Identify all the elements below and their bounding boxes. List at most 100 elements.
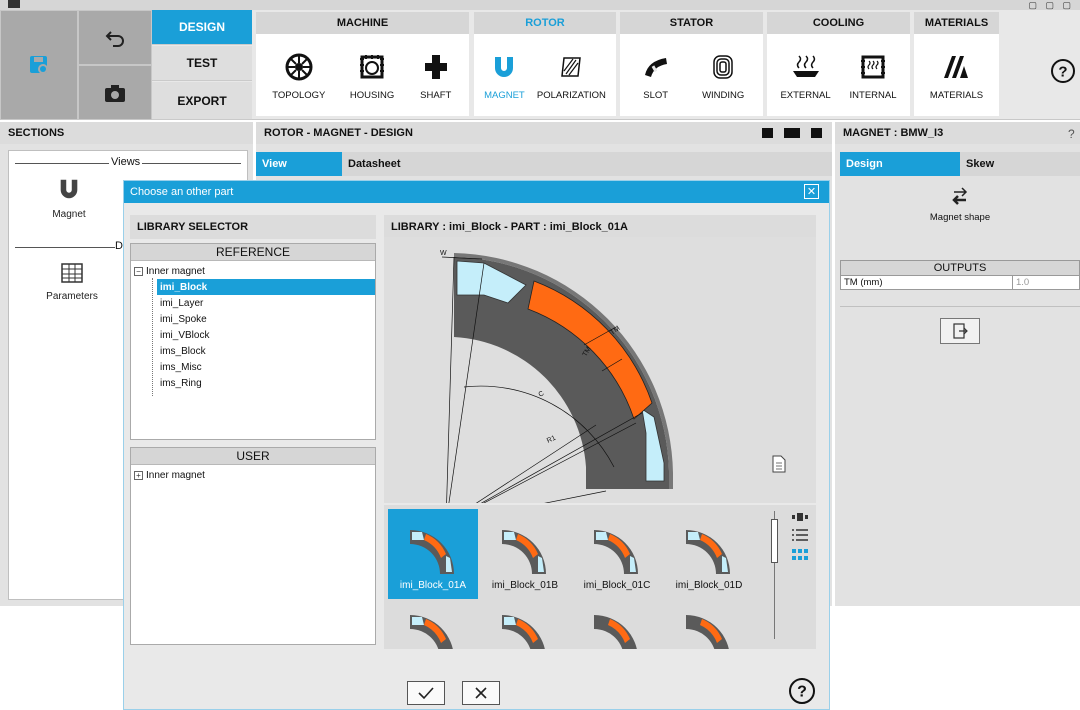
- collapse-icon[interactable]: −: [134, 266, 143, 276]
- tree-root-label: Inner magnet: [146, 265, 205, 277]
- external-cooling-icon: [792, 54, 819, 77]
- help-button[interactable]: ?: [1050, 58, 1076, 87]
- magnet-shape-label: Magnet shape: [929, 212, 991, 223]
- save-button[interactable]: [0, 10, 78, 120]
- ribbon: DESIGN TEST EXPORT MACHINE TOPOLOGY HOUS…: [0, 10, 1080, 120]
- grid-view-icon[interactable]: [792, 549, 808, 561]
- tree-item-imi-block[interactable]: imi_Block: [157, 279, 375, 295]
- help-icon: ?: [789, 678, 815, 704]
- tab-design[interactable]: Design: [840, 152, 960, 176]
- table-row: TM (mm) 1.0: [840, 276, 1080, 290]
- magnet-panel-help[interactable]: ?: [1068, 127, 1075, 141]
- user-tree-root[interactable]: + Inner magnet: [131, 467, 375, 483]
- tab-strip-filler: [428, 152, 832, 176]
- library-part-label: LIBRARY : imi_Block - PART : imi_Block_0…: [384, 215, 816, 239]
- views-group-label: Views: [109, 156, 143, 168]
- part-thumbnail-icon: [410, 530, 454, 574]
- materials-label: MATERIALS: [929, 89, 984, 101]
- part-thumbnail-icon[interactable]: [592, 613, 642, 649]
- choose-part-dialog: Choose an other part ✕ LIBRARY SELECTOR …: [123, 180, 830, 710]
- dialog-help-glyph: ?: [797, 684, 807, 701]
- tab-skew[interactable]: Skew: [960, 152, 1080, 176]
- materials-group-title: MATERIALS: [914, 12, 999, 34]
- slot-icon: [644, 57, 667, 77]
- tree-node-root[interactable]: − Inner magnet: [131, 263, 375, 279]
- tree-item-ims-misc[interactable]: ims_Misc: [131, 359, 375, 375]
- tree-item-imi-spoke[interactable]: imi_Spoke: [131, 311, 375, 327]
- magnet-shape-button[interactable]: Magnet shape: [910, 186, 1010, 223]
- tree-item-imi-layer[interactable]: imi_Layer: [131, 295, 375, 311]
- dialog-title-bar: Choose an other part ✕: [124, 181, 829, 203]
- section-parameters-label: Parameters: [46, 291, 98, 302]
- rotor-group: ROTOR MAGNET POLARIZATION: [474, 12, 616, 116]
- tree-item-ims-ring[interactable]: ims_Ring: [131, 375, 375, 391]
- section-parameters[interactable]: Parameters: [39, 263, 105, 302]
- tab-view[interactable]: View: [256, 152, 342, 176]
- layout-left-icon[interactable]: [762, 128, 778, 138]
- output-value: 1.0: [1016, 277, 1030, 288]
- undo-button[interactable]: [78, 10, 152, 65]
- section-magnet[interactable]: Magnet: [44, 177, 94, 220]
- magnet-button[interactable]: MAGNET: [484, 50, 525, 101]
- library-selector-title: LIBRARY SELECTOR: [130, 215, 376, 239]
- rotor-group-title: ROTOR: [474, 12, 616, 34]
- layout-full-icon[interactable]: [784, 128, 800, 138]
- title-bar: ▢ ▢ ▢: [0, 0, 1080, 10]
- mode-export-button[interactable]: EXPORT: [152, 82, 252, 120]
- mode-design-button[interactable]: DESIGN: [152, 10, 252, 45]
- materials-group: MATERIALS MATERIALS: [914, 12, 999, 116]
- dim-r1-label: R1: [546, 435, 557, 445]
- topology-button[interactable]: TOPOLOGY: [272, 50, 325, 101]
- tree-item-ims-block[interactable]: ims_Block: [131, 343, 375, 359]
- polarization-icon: [561, 56, 582, 77]
- materials-button[interactable]: MATERIALS: [930, 50, 983, 101]
- layout-toggles[interactable]: [762, 128, 822, 138]
- tab-datasheet[interactable]: Datasheet: [342, 152, 428, 176]
- reference-title: REFERENCE: [131, 244, 375, 261]
- winding-button[interactable]: WINDING: [702, 50, 744, 101]
- check-icon: [418, 687, 434, 700]
- scrollbar-thumb[interactable]: [771, 519, 778, 563]
- part-thumbnails: imi_Block_01A imi_Block_01B imi_Block_01…: [384, 505, 816, 649]
- shaft-label: SHAFT: [420, 89, 452, 101]
- expand-icon[interactable]: +: [134, 470, 143, 480]
- dim-w-label: W: [440, 250, 447, 257]
- svg-text:?: ?: [1058, 64, 1067, 81]
- app-window: ▢ ▢ ▢ DESIGN TEST EXPORT MACHINE TOPOLOG…: [0, 0, 1080, 710]
- snapshot-button[interactable]: [78, 65, 152, 120]
- thumbnail-item[interactable]: imi_Block_01A: [388, 509, 478, 599]
- part-thumbnail-icon[interactable]: [408, 613, 458, 649]
- part-thumbnail-icon[interactable]: [500, 613, 550, 649]
- housing-button[interactable]: HOUSING: [350, 50, 394, 101]
- thumbnail-item[interactable]: imi_Block_01D: [664, 509, 754, 599]
- shaft-button[interactable]: SHAFT: [419, 50, 453, 101]
- part-thumbnail-icon[interactable]: [684, 613, 734, 649]
- polarization-button[interactable]: POLARIZATION: [537, 50, 606, 101]
- topology-label: TOPOLOGY: [272, 89, 326, 101]
- slot-button[interactable]: SLOT: [639, 50, 673, 101]
- document-icon[interactable]: [772, 455, 786, 473]
- list-view-icon[interactable]: [792, 529, 808, 541]
- thumbnail-item[interactable]: imi_Block_01B: [480, 509, 570, 599]
- thumbnail-label: imi_Block_01A: [399, 580, 467, 591]
- topology-icon: [285, 53, 313, 80]
- cancel-button[interactable]: [462, 681, 500, 705]
- dialog-close-button[interactable]: ✕: [804, 184, 819, 199]
- external-cooling-button[interactable]: EXTERNAL: [780, 50, 831, 101]
- magnet-icon: [495, 56, 514, 77]
- internal-cooling-button[interactable]: INTERNAL: [850, 50, 897, 101]
- ok-button[interactable]: [407, 681, 445, 705]
- housing-icon: [360, 54, 385, 78]
- save-icon: [30, 56, 48, 74]
- strip-view-icon[interactable]: [792, 513, 808, 521]
- view-mode-switcher[interactable]: [792, 513, 808, 561]
- tree-item-imi-vblock[interactable]: imi_VBlock: [131, 327, 375, 343]
- thumbnail-item[interactable]: imi_Block_01C: [572, 509, 662, 599]
- layout-right-icon[interactable]: [806, 128, 822, 138]
- section-magnet-label: Magnet: [52, 209, 86, 220]
- housing-label: HOUSING: [349, 89, 395, 101]
- mode-test-button[interactable]: TEST: [152, 46, 252, 81]
- dialog-help-button[interactable]: ?: [788, 677, 816, 708]
- external-cooling-label: EXTERNAL: [780, 89, 831, 101]
- export-button[interactable]: [940, 318, 980, 344]
